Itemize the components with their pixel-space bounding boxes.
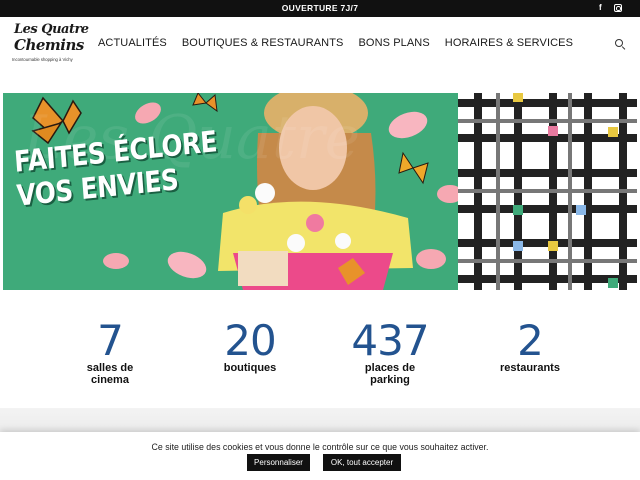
customize-cookies-button[interactable]: Personnaliser — [247, 454, 310, 471]
nav-item-boutiques-restaurants[interactable]: BOUTIQUES & RESTAURANTS — [182, 37, 344, 49]
petal-decoration — [103, 253, 129, 269]
petal-decoration — [416, 249, 446, 269]
plaid-pattern — [458, 93, 637, 290]
stat-value: 437 — [351, 316, 429, 365]
checkered-pattern-panel — [458, 93, 637, 290]
stat-value: 20 — [224, 316, 276, 365]
stat-label: places de — [364, 362, 416, 374]
stat-label: salles de — [86, 362, 134, 374]
petal-decoration — [167, 251, 207, 279]
key-figures-section: 7 salles de cinema 20 boutiques 437 plac… — [0, 320, 640, 390]
logo-line-1: Les Quatre — [14, 22, 89, 37]
petal-decoration — [388, 111, 428, 139]
stat-label: cinema — [91, 374, 129, 386]
instagram-icon[interactable] — [614, 4, 622, 12]
facebook-icon[interactable]: f — [599, 3, 602, 12]
butterfly-icon — [398, 151, 429, 185]
stat-boutiques: 20 boutiques — [190, 316, 310, 375]
accept-all-cookies-button[interactable]: OK, tout accepter — [323, 454, 401, 471]
stat-parking: 437 places de parking — [330, 316, 450, 387]
hero-banner[interactable]: Les Quatre FAITES ÉCLORE VOS ENVIES — [3, 93, 637, 290]
cookie-consent-banner: Ce site utilise des cookies et vous donn… — [0, 432, 640, 480]
stat-cinema: 7 salles de cinema — [50, 316, 170, 387]
nav-item-horaires-services[interactable]: HORAIRES & SERVICES — [445, 37, 573, 49]
stat-value: 7 — [97, 316, 124, 365]
top-announcement-bar: OUVERTURE 7J/7 f — [0, 0, 640, 17]
stat-label: restaurants — [500, 362, 560, 374]
logo-tagline: Incontournable shopping à Vichy — [12, 57, 73, 62]
opening-hours-announcement: OUVERTURE 7J/7 — [281, 3, 359, 13]
main-navigation: ACTUALITÉS BOUTIQUES & RESTAURANTS BONS … — [98, 37, 573, 49]
stat-value: 2 — [517, 316, 544, 365]
nav-item-bons-plans[interactable]: BONS PLANS — [358, 37, 429, 49]
search-icon[interactable] — [615, 39, 623, 47]
stat-label: parking — [370, 374, 410, 386]
logo-line-2: Chemins — [14, 36, 84, 54]
site-logo[interactable]: Les Quatre Chemins Incontournable shoppi… — [12, 22, 89, 66]
stat-restaurants: 2 restaurants — [470, 316, 590, 375]
cookie-message: Ce site utilise des cookies et vous donn… — [151, 442, 489, 452]
stat-label: boutiques — [223, 362, 277, 374]
nav-item-actualites[interactable]: ACTUALITÉS — [98, 37, 167, 49]
site-header: Les Quatre Chemins Incontournable shoppi… — [0, 17, 640, 69]
